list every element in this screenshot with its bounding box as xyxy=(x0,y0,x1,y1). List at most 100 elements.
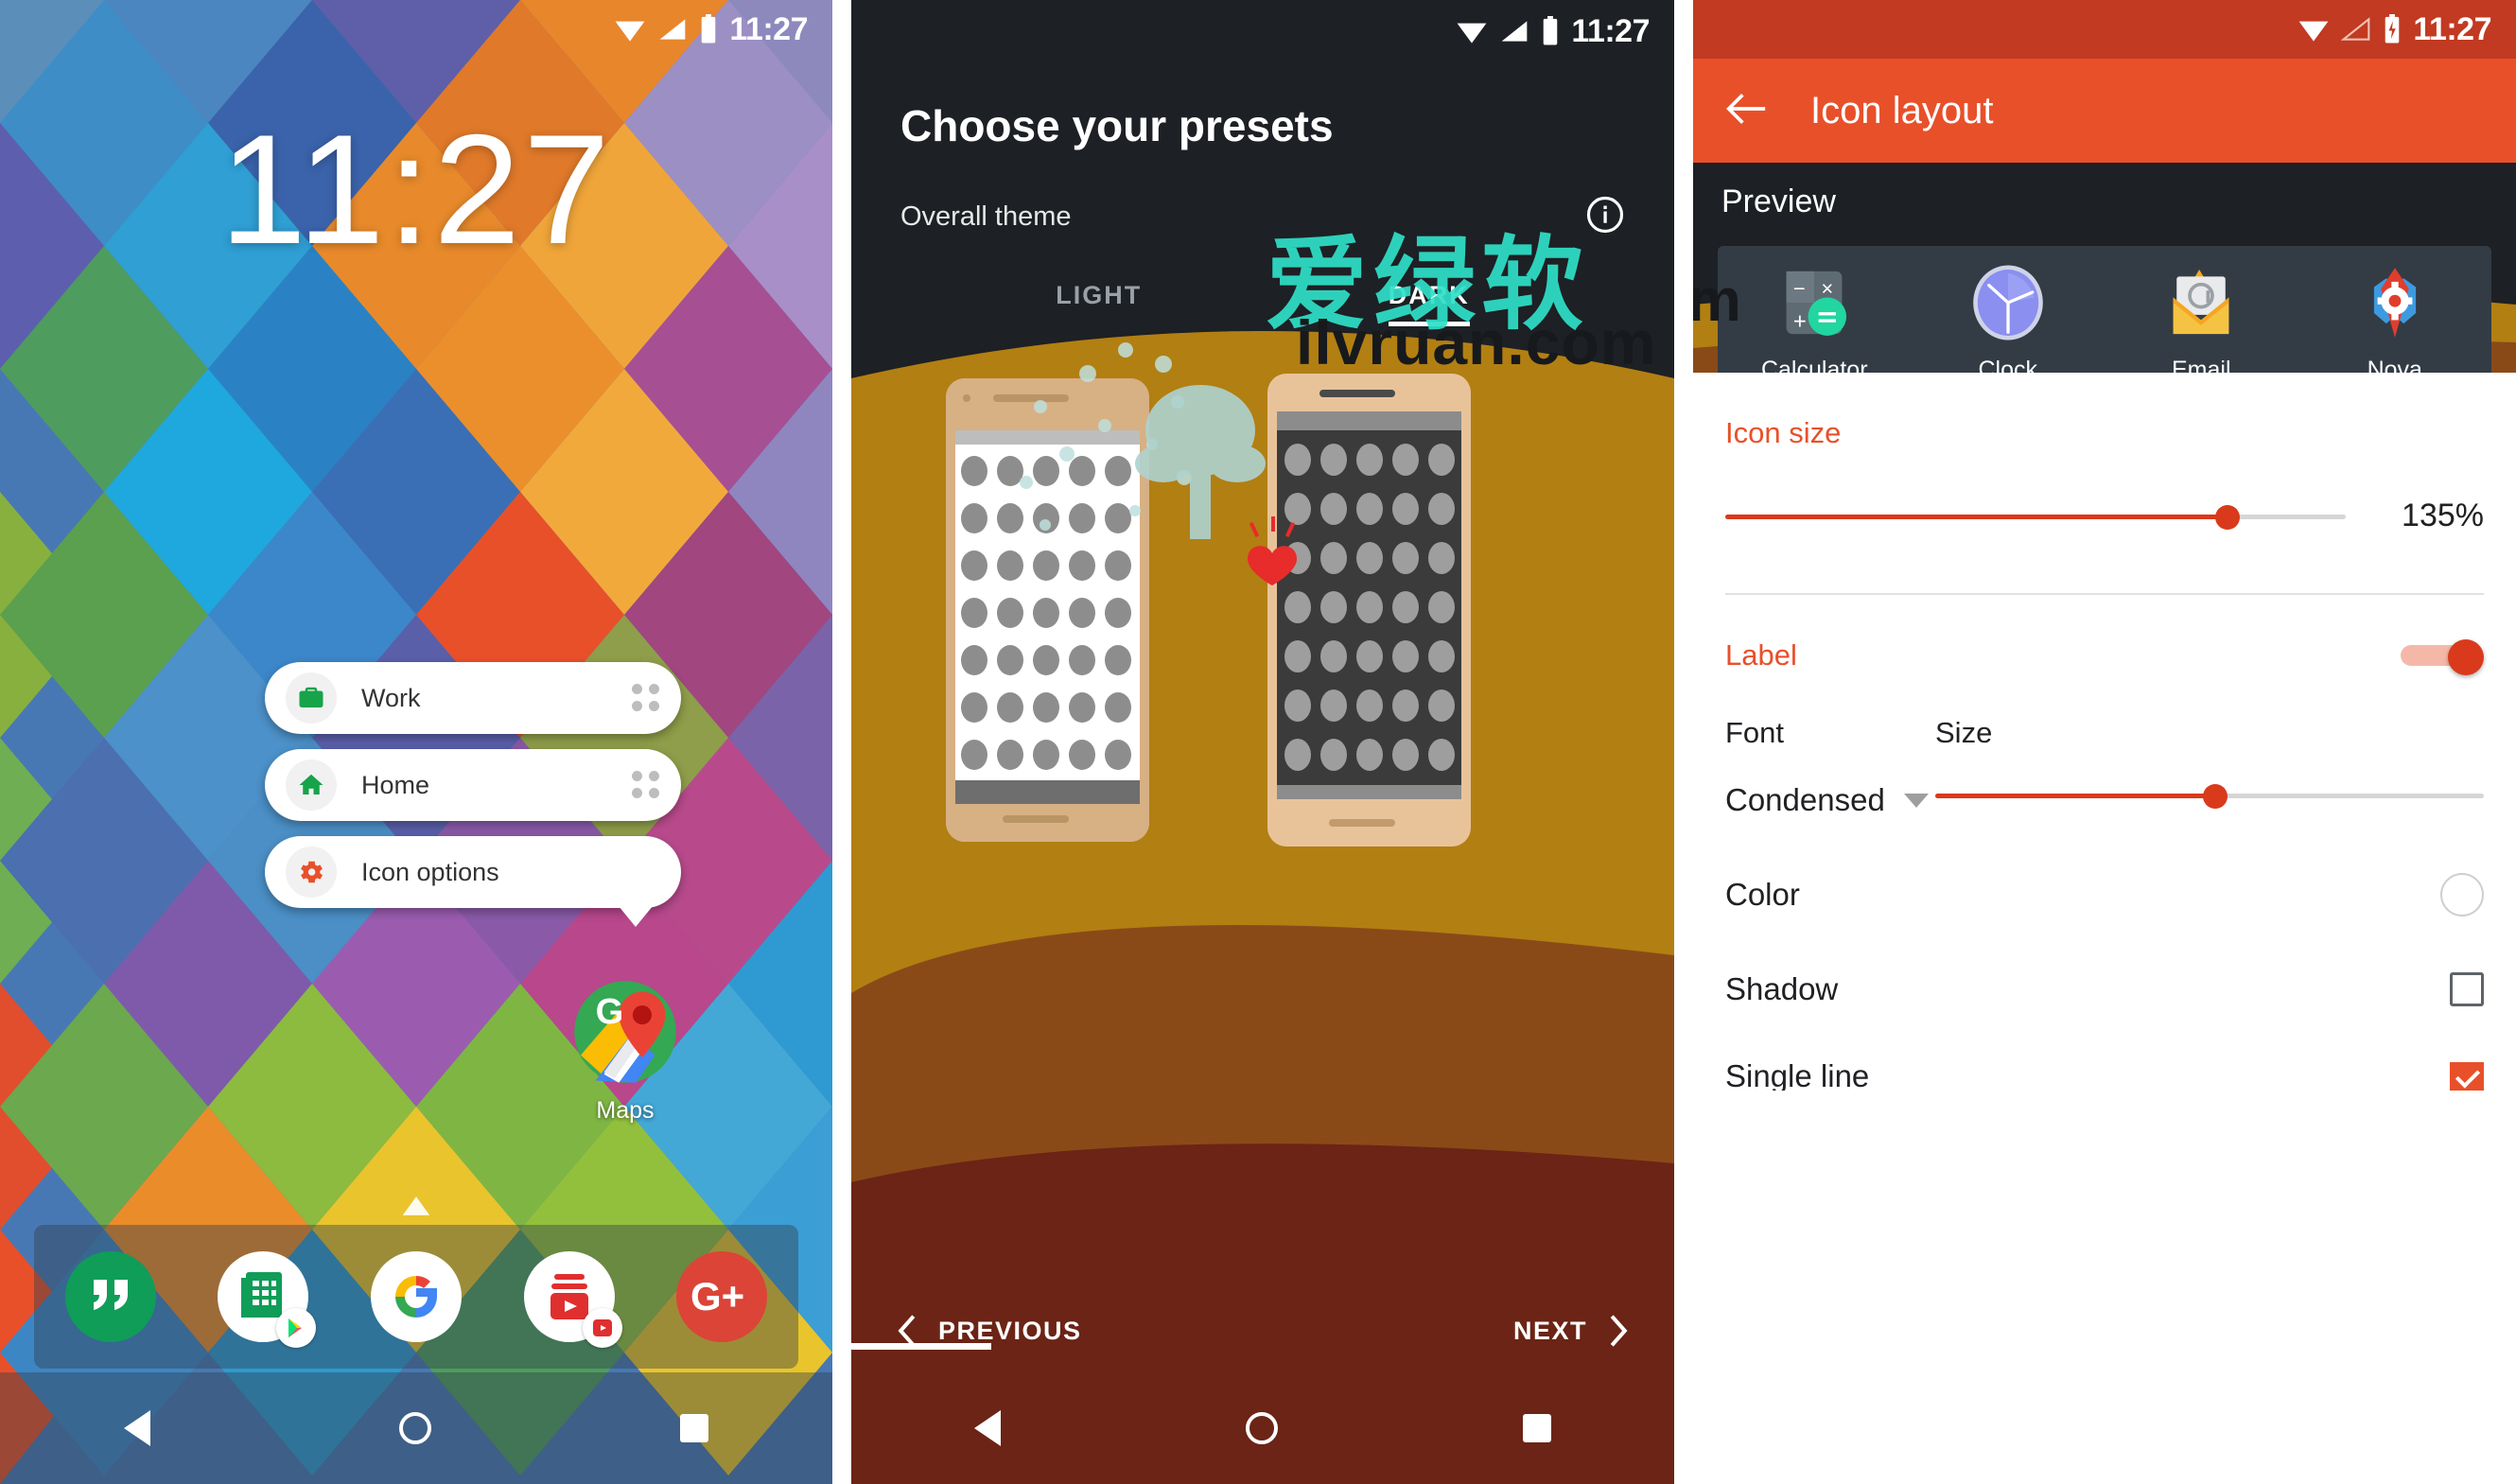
shadow-checkbox[interactable] xyxy=(2450,972,2484,1006)
nova-settings-icon xyxy=(2373,268,2416,338)
page-title: Choose your presets xyxy=(900,101,1334,150)
settings-list: Icon size 135% Label Font Condensed Size… xyxy=(1693,416,2516,1091)
divider xyxy=(1725,593,2484,595)
dock-item-youtube-music[interactable] xyxy=(522,1249,622,1348)
preview-app-nova-settings[interactable]: Nova Settings xyxy=(2324,259,2466,373)
home-circle-icon[interactable] xyxy=(1245,1412,1278,1444)
battery-icon xyxy=(1544,16,1558,45)
section-label-overall-theme: Overall theme xyxy=(900,201,1072,232)
preview-app-calculator[interactable]: − × + Calculator xyxy=(1743,259,1885,373)
signal-icon xyxy=(660,19,686,40)
nav-bar-home xyxy=(0,1372,832,1484)
email-icon xyxy=(2173,270,2229,335)
recents-square-icon[interactable] xyxy=(679,1414,708,1442)
house-icon xyxy=(286,759,337,811)
icon-size-row: 135% xyxy=(1725,498,2484,534)
status-bar-time: 11:27 xyxy=(2413,10,2491,47)
dock: G+ xyxy=(34,1225,798,1369)
preview-app-label: Calculator xyxy=(1760,357,1868,373)
preview-app-label: Email xyxy=(2171,357,2231,373)
grid-dots-icon[interactable] xyxy=(632,684,660,712)
svg-text:G+: G+ xyxy=(690,1274,744,1318)
label-size-slider[interactable] xyxy=(1935,784,2484,809)
preview-app-email[interactable]: Email xyxy=(2130,259,2272,373)
popup-item-label: Home xyxy=(361,770,430,799)
popup-item-icon-options[interactable]: Icon options xyxy=(265,836,681,927)
dock-item-google-plus[interactable]: G+ xyxy=(674,1249,769,1344)
chevron-right-icon xyxy=(1610,1315,1628,1347)
option-label: Color xyxy=(1725,877,1800,912)
wifi-icon xyxy=(2299,21,2329,42)
option-label: Single line xyxy=(1725,1062,1870,1091)
tab-light[interactable]: LIGHT xyxy=(1056,281,1142,326)
chevron-left-icon xyxy=(898,1315,916,1347)
preview-app-label: Clock xyxy=(1978,357,2037,373)
presets-screen-panel: 爱绿软 ilvruan.com 11:27 Choose your preset… xyxy=(851,0,1674,1484)
icon-size-slider[interactable] xyxy=(1725,504,2346,530)
option-label: Shadow xyxy=(1725,971,1839,1006)
next-button[interactable]: NEXT xyxy=(1513,1315,1629,1347)
preview-card: − × + Calculator Clock Email Nova xyxy=(1718,246,2491,373)
size-caption: Size xyxy=(1935,716,1993,749)
svg-text:×: × xyxy=(1822,277,1834,301)
dock-item-google[interactable] xyxy=(369,1249,463,1344)
presets-header: Choose your presets Overall theme LIGHT … xyxy=(851,62,1674,326)
info-icon[interactable] xyxy=(1585,195,1625,239)
section-title-label: Label xyxy=(1725,638,2484,675)
back-triangle-icon[interactable] xyxy=(124,1410,151,1446)
clock-widget: 11:27 xyxy=(219,102,613,276)
recents-square-icon[interactable] xyxy=(1523,1414,1552,1442)
icon-layout-screen-panel: 11:27 Icon layout Preview m − × + Calcul… xyxy=(1693,0,2516,1484)
font-caption: Font xyxy=(1725,716,1785,749)
home-screen-panel: 11:27 11:27 Work Home Icon options G Map… xyxy=(0,0,832,1484)
status-bar-time: 11:27 xyxy=(1571,12,1650,49)
google-icon xyxy=(370,1251,462,1342)
popup-item-home[interactable]: Home xyxy=(265,749,681,821)
font-size-row: Font Condensed Size xyxy=(1725,716,2484,818)
panel-gap xyxy=(1674,0,1693,1484)
calculator-icon: − × + xyxy=(1786,271,1847,336)
single-line-checkbox[interactable] xyxy=(2450,1062,2484,1091)
option-row-color[interactable]: Color xyxy=(1725,873,2484,917)
font-dropdown[interactable]: Condensed xyxy=(1725,782,1935,818)
hangouts-icon xyxy=(64,1251,156,1342)
status-bar-presets: 11:27 xyxy=(851,0,1674,62)
color-swatch[interactable] xyxy=(2440,873,2484,917)
dock-item-hangouts[interactable] xyxy=(63,1249,158,1344)
google-maps-icon: G xyxy=(574,981,676,1083)
previous-button[interactable]: PREVIOUS xyxy=(897,1315,1082,1347)
app-icon-maps[interactable]: G Maps xyxy=(572,979,678,1125)
clock-icon xyxy=(1972,265,2043,340)
app-icon-label: Maps xyxy=(596,1097,655,1124)
section-title-icon-size: Icon size xyxy=(1725,416,1842,449)
option-row-single-line[interactable]: Single line xyxy=(1725,1062,2484,1091)
watermark-fragment: m xyxy=(1693,266,1741,334)
back-triangle-icon[interactable] xyxy=(973,1410,1001,1446)
app-drawer-arrow-icon[interactable] xyxy=(400,1194,432,1223)
preview-heading: Preview xyxy=(1721,183,1836,219)
signal-icon xyxy=(2341,17,2370,41)
label-toggle[interactable] xyxy=(2401,639,2484,675)
arrow-back-icon[interactable] xyxy=(1725,93,1767,130)
popup-item-work[interactable]: Work xyxy=(265,662,681,734)
preview-app-label: Nova Settings xyxy=(2367,357,2422,373)
home-circle-icon[interactable] xyxy=(398,1412,431,1444)
briefcase-icon xyxy=(286,672,337,724)
popup-item-label: Icon options xyxy=(361,857,499,886)
chevron-down-icon xyxy=(1903,793,1929,808)
icon-size-value: 135% xyxy=(2402,498,2484,533)
tab-dark[interactable]: DARK xyxy=(1388,281,1470,326)
dock-item-sheets[interactable] xyxy=(216,1249,317,1348)
wifi-icon xyxy=(616,21,645,42)
svg-text:−: − xyxy=(1793,277,1806,301)
option-row-shadow[interactable]: Shadow xyxy=(1725,971,2484,1007)
popup-item-label: Work xyxy=(361,683,421,712)
label-title-text: Label xyxy=(1725,638,1797,672)
preview-section: Preview m − × + Calculator Clock Email N… xyxy=(1693,163,2516,373)
page-title: Icon layout xyxy=(1810,89,1994,131)
grid-dots-icon[interactable] xyxy=(632,771,660,799)
play-store-badge xyxy=(582,1308,622,1348)
font-value: Condensed xyxy=(1725,782,1885,817)
preview-app-clock[interactable]: Clock xyxy=(1937,259,2079,373)
popup-pointer xyxy=(619,906,653,927)
